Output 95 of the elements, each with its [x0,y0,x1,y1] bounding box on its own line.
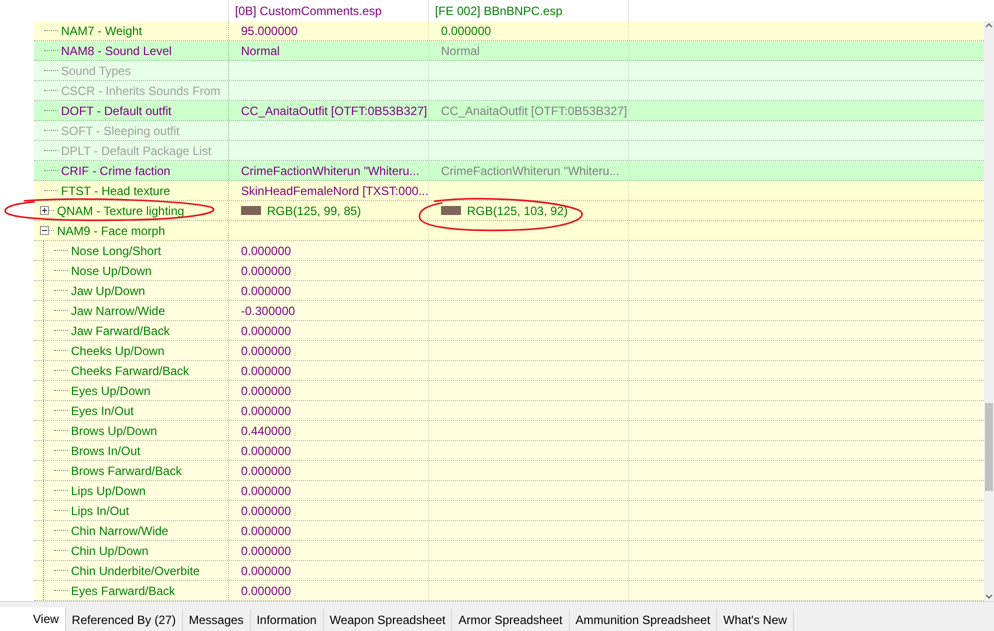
field-value: 0.000000 [241,344,292,358]
field-label: NAM9 - Face morph [57,224,166,238]
field-label: Lips In/Out [71,504,130,518]
tree-row[interactable]: NAM9 - Face morph [34,221,984,241]
field-value: 0.000000 [441,24,492,38]
field-value: 0.000000 [241,404,292,418]
tab[interactable]: Messages [182,609,251,631]
field-value: -0.300000 [241,304,296,318]
field-label: Eyes Farward/Back [71,584,176,598]
tree-row[interactable]: NAM8 - Sound Level Normal Normal [34,41,984,61]
field-value: CrimeFactionWhiterun "Whiteru... [441,164,620,178]
tab[interactable]: Armor Spreadsheet [452,609,570,631]
field-label: QNAM - Texture lighting [57,204,184,218]
field-value: 0.000000 [241,464,292,478]
field-label: Eyes Up/Down [71,384,150,398]
tree-row[interactable]: QNAM - Texture lighting RGB(125, 99, 85) RGB(125, 103, 92) [34,201,984,221]
field-label: Cheeks Farward/Back [71,364,190,378]
tree-row[interactable]: Cheeks Up/Down 0.000000 [34,341,984,361]
tree-row[interactable]: Nose Long/Short 0.000000 [34,241,984,261]
field-value: 0.440000 [241,424,292,438]
field-label: CSCR - Inherits Sounds From [61,84,220,98]
expand-button[interactable] [40,206,49,215]
field-label: FTST - Head texture [61,184,170,198]
field-value: 95.000000 [241,24,298,38]
field-label: Eyes In/Out [71,404,134,418]
field-label: SOFT - Sleeping outfit [61,124,180,138]
field-value: Normal [441,44,480,58]
field-value: RGB(125, 99, 85) [267,204,362,218]
field-label: Chin Underbite/Overbite [71,564,200,578]
scroll-thumb[interactable] [985,403,993,491]
field-value: CrimeFactionWhiterun "Whiteru... [241,164,420,178]
field-value: CC_AnaitaOutfit [OTFT:0B53B327] [441,104,628,118]
tab[interactable]: What's New [717,609,794,631]
field-value: 0.000000 [241,244,292,258]
field-label: DPLT - Default Package List [61,144,212,158]
field-label: Brows Up/Down [71,424,158,438]
field-value: 0.000000 [241,484,292,498]
field-label: Jaw Narrow/Wide [71,304,166,318]
field-label: NAM7 - Weight [61,24,142,38]
field-value: 0.000000 [241,284,292,298]
field-value: 0.000000 [241,444,292,458]
field-label: Nose Long/Short [71,244,162,258]
field-value: RGB(125, 103, 92) [467,204,568,218]
tree-row[interactable]: Lips Up/Down 0.000000 [34,481,984,501]
tree-row[interactable]: Chin Narrow/Wide 0.000000 [34,521,984,541]
field-value: CC_AnaitaOutfit [OTFT:0B53B327] [241,104,428,118]
field-value: 0.000000 [241,584,292,598]
field-value: SkinHeadFemaleNord [TXST:000... [241,184,428,198]
field-label: Nose Up/Down [71,264,152,278]
field-value: Normal [241,44,280,58]
field-label: Brows Farward/Back [71,464,182,478]
tree-row[interactable]: Lips In/Out 0.000000 [34,501,984,521]
tree-row[interactable]: Nose Up/Down 0.000000 [34,261,984,281]
field-value: 0.000000 [241,324,292,338]
field-label: Brows In/Out [71,444,140,458]
field-label: Jaw Up/Down [71,284,146,298]
field-label: CRIF - Crime faction [61,164,170,178]
field-label: Sound Types [61,64,131,78]
tree-row[interactable]: Brows Up/Down 0.440000 [34,421,984,441]
field-label: Jaw Farward/Back [71,324,170,338]
tree-row[interactable]: DOFT - Default outfit CC_AnaitaOutfit [OTFT:0B53B327] CC_AnaitaOutfit [OTFT:0B53B327] [34,101,984,121]
field-label: Lips Up/Down [71,484,146,498]
tree-row[interactable]: Brows In/Out 0.000000 [34,441,984,461]
tree-row[interactable]: Eyes Up/Down 0.000000 [34,381,984,401]
field-value: 0.000000 [241,364,292,378]
field-value: 0.000000 [241,504,292,518]
tree-row[interactable]: Eyes Farward/Back 0.000000 [34,581,984,601]
field-value: 0.000000 [241,264,292,278]
tree-row[interactable]: Jaw Up/Down 0.000000 [34,281,984,301]
field-label: Chin Up/Down [71,544,148,558]
tree-row[interactable]: Jaw Narrow/Wide -0.300000 [34,301,984,321]
tree-row[interactable]: Eyes In/Out 0.000000 [34,401,984,421]
tab[interactable]: Ammunition Spreadsheet [570,609,718,631]
field-value: 0.000000 [241,524,292,538]
tree-row[interactable]: Brows Farward/Back 0.000000 [34,461,984,481]
field-label: Cheeks Up/Down [71,344,164,358]
tab[interactable]: View [0,607,66,631]
field-value: 0.000000 [241,384,292,398]
tree-row[interactable]: Cheeks Farward/Back 0.000000 [34,361,984,381]
tree-row[interactable]: NAM7 - Weight 95.000000 0.000000 [34,21,984,41]
tree-row[interactable]: FTST - Head texture SkinHeadFemaleNord [TXST:000... [34,181,984,201]
tree-row[interactable]: Chin Up/Down 0.000000 [34,541,984,561]
tree-row[interactable]: CRIF - Crime faction CrimeFactionWhiterun "Whiteru... CrimeFactionWhiterun "Whiteru... [34,161,984,181]
field-label: Chin Narrow/Wide [71,524,168,538]
tab[interactable]: Information [250,609,324,631]
field-label: NAM8 - Sound Level [61,44,172,58]
field-value: 0.000000 [241,564,292,578]
vertical-scrollbar[interactable] [984,21,994,602]
tree-row[interactable]: Chin Underbite/Overbite 0.000000 [34,561,984,581]
tab[interactable]: Referenced By (27) [66,609,183,631]
collapse-button[interactable] [40,226,49,235]
field-value: 0.000000 [241,544,292,558]
field-label: DOFT - Default outfit [61,104,172,118]
tree-row[interactable]: Jaw Farward/Back 0.000000 [34,321,984,341]
tab[interactable]: Weapon Spreadsheet [324,609,452,631]
